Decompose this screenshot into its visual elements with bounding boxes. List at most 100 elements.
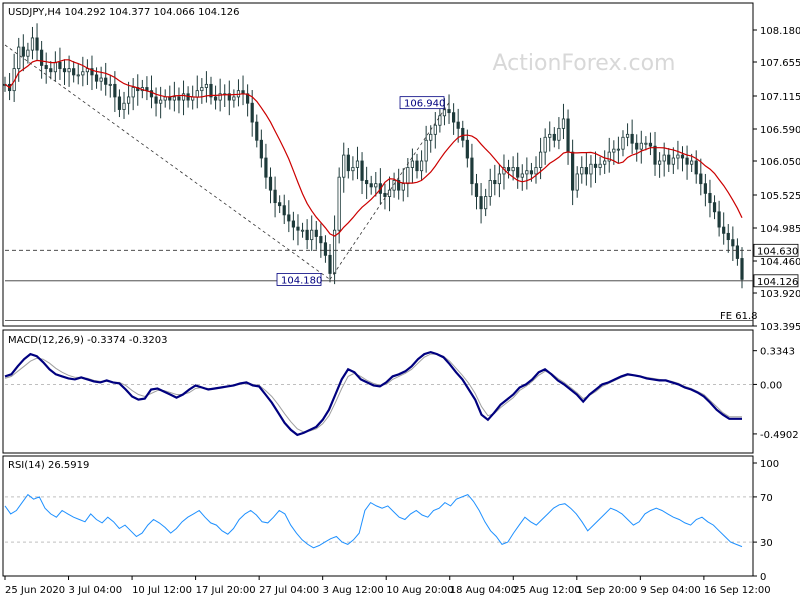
candle-body bbox=[470, 157, 474, 185]
price-tick-label: 106.590 bbox=[760, 125, 800, 136]
candle-body bbox=[456, 121, 460, 129]
candle-body bbox=[474, 183, 479, 197]
macd-tick-label: 0.00 bbox=[760, 380, 782, 391]
candle-body bbox=[296, 226, 300, 231]
candle-body bbox=[726, 232, 730, 241]
candle-body bbox=[131, 87, 135, 98]
candle-body bbox=[593, 163, 598, 168]
candle-body bbox=[438, 115, 442, 126]
candle-body bbox=[268, 176, 273, 191]
time-tick-label: 18 Aug 04:00 bbox=[450, 585, 517, 596]
candle-body bbox=[639, 142, 643, 150]
candle-body bbox=[424, 139, 428, 162]
candle-body bbox=[667, 154, 671, 165]
candle-body bbox=[488, 180, 492, 197]
candle-body bbox=[529, 170, 534, 175]
candle-body bbox=[282, 205, 286, 216]
candle-body bbox=[365, 180, 369, 185]
candle-body bbox=[712, 202, 717, 213]
candle-body bbox=[204, 83, 209, 88]
candle-body bbox=[35, 37, 39, 51]
candle-body bbox=[520, 173, 524, 178]
candle-body bbox=[310, 229, 314, 241]
candle-body bbox=[392, 180, 396, 191]
high-label: 106.940 bbox=[404, 99, 445, 110]
candle-body bbox=[81, 71, 85, 76]
macd-tick-label: -0.4902 bbox=[760, 430, 799, 441]
candle-body bbox=[690, 160, 694, 165]
candle-body bbox=[584, 167, 588, 175]
candle-body bbox=[735, 245, 740, 259]
candle-body bbox=[53, 61, 57, 73]
candle-body bbox=[479, 196, 483, 210]
candle-body bbox=[429, 133, 433, 141]
candle-body bbox=[612, 148, 616, 153]
candle-body bbox=[76, 74, 80, 77]
candle-body bbox=[685, 157, 689, 165]
candle-body bbox=[465, 139, 469, 159]
candle-body bbox=[177, 96, 181, 101]
candle-body bbox=[259, 139, 263, 159]
candle-body bbox=[406, 167, 410, 185]
candle-body bbox=[332, 229, 337, 274]
candle-body bbox=[99, 77, 103, 82]
candle-body bbox=[104, 77, 108, 85]
candle-body bbox=[273, 189, 277, 204]
candle-body bbox=[360, 160, 364, 181]
candle-body bbox=[159, 99, 163, 104]
candle-body bbox=[621, 136, 625, 150]
candle-body bbox=[662, 154, 666, 162]
candle-body bbox=[557, 127, 561, 141]
candle-body bbox=[401, 183, 405, 191]
candle-body bbox=[419, 160, 424, 172]
candle-body bbox=[740, 258, 744, 280]
price-tick-label: 107.115 bbox=[760, 92, 800, 103]
candle-body bbox=[680, 154, 685, 159]
candle-body bbox=[699, 173, 703, 185]
candle-body bbox=[543, 136, 547, 153]
candle-body bbox=[58, 61, 62, 70]
candle-body bbox=[250, 102, 254, 123]
candle-body bbox=[410, 160, 415, 168]
instrument-title: USDJPY,H4 104.292 104.377 104.066 104.12… bbox=[8, 7, 239, 18]
candle-body bbox=[676, 154, 680, 159]
candle-body bbox=[484, 196, 488, 210]
rsi-tick-label: 0 bbox=[760, 572, 766, 583]
candle-body bbox=[635, 142, 639, 150]
candle-body bbox=[575, 173, 579, 191]
candle-body bbox=[616, 148, 621, 151]
price-tick-label: 104.985 bbox=[760, 224, 800, 235]
candle-body bbox=[447, 109, 451, 114]
candle-body bbox=[126, 96, 131, 104]
candle-body bbox=[323, 242, 328, 256]
candle-body bbox=[415, 160, 419, 172]
candle-body bbox=[452, 112, 456, 123]
candle-body bbox=[538, 151, 543, 168]
candle-body bbox=[355, 160, 360, 168]
fe-label: FE 61.8 bbox=[720, 311, 758, 322]
rsi-tick-label: 100 bbox=[760, 459, 779, 470]
macd-title: MACD(12,26,9) -0.3374 -0.3203 bbox=[8, 335, 168, 346]
rsi-tick-label: 70 bbox=[760, 493, 773, 504]
candle-body bbox=[506, 167, 511, 172]
chart-background bbox=[0, 0, 800, 600]
time-tick-label: 3 Jul 04:00 bbox=[69, 585, 123, 596]
candle-body bbox=[163, 96, 167, 101]
price-tick-label: 105.525 bbox=[760, 191, 800, 202]
candle-body bbox=[287, 214, 291, 222]
candle-body bbox=[653, 145, 657, 165]
low-label: 104.180 bbox=[281, 275, 322, 286]
time-tick-label: 16 Sep 12:00 bbox=[704, 585, 771, 596]
time-tick-label: 10 Jul 12:00 bbox=[132, 585, 192, 596]
candle-body bbox=[21, 46, 25, 57]
price-tick-label: 108.180 bbox=[760, 26, 800, 37]
forex-chart: ActionForex.com 104.180 106.940 108.180 10… bbox=[0, 0, 800, 600]
time-tick-label: 25 Aug 12:00 bbox=[513, 585, 580, 596]
candle-body bbox=[703, 183, 707, 194]
time-tick-label: 3 Aug 12:00 bbox=[323, 585, 384, 596]
candle-body bbox=[30, 37, 35, 51]
candle-body bbox=[300, 229, 305, 232]
candle-body bbox=[305, 229, 309, 241]
candle-body bbox=[172, 96, 176, 101]
candle-body bbox=[117, 96, 122, 110]
